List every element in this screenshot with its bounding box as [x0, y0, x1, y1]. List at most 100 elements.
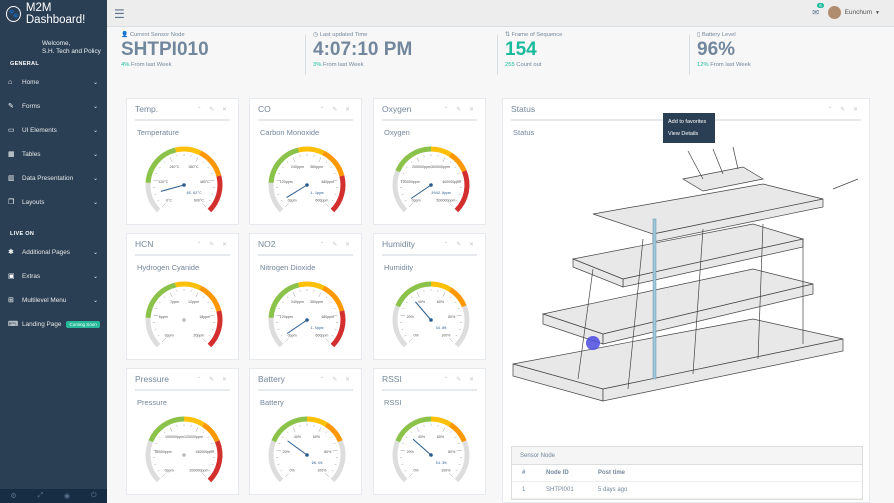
gauge-scale-label: 40% [294, 435, 302, 439]
sidebar-item-multilevel-menu[interactable]: ⊞ Multilevel Menu ⌄ [0, 288, 107, 312]
gauge-band [298, 146, 325, 156]
sidebar-item-forms[interactable]: ✎ Forms ⌄ [0, 94, 107, 118]
live-section-title: LIVE ON [10, 231, 35, 237]
tile-foot: From last Week [710, 62, 751, 68]
panel-subtitle: Humidity [384, 263, 414, 272]
gauge-tick [334, 463, 337, 465]
gauge-tick [209, 179, 215, 182]
gauge-tick [455, 199, 458, 202]
avatar [827, 6, 841, 19]
panel-tools[interactable]: ⌃ ✎ ✕ [444, 376, 477, 383]
gauge-panel-oxygen: Oxygen ⌃ ✎ ✕ Oxygen 0ppm 100000ppm 200000ppm 3… [373, 98, 486, 225]
sidebar-item-layouts[interactable]: ❐ Layouts ⌄ [0, 190, 107, 214]
gauge-tick [458, 193, 461, 195]
sidebar-item-data-presentation[interactable]: ▥ Data Presentation ⌄ [0, 166, 107, 190]
gauge-scale-label: 20% [283, 450, 291, 454]
sidebar-item-label: Additional Pages [22, 248, 70, 256]
user-icon: 👤 [121, 32, 129, 38]
row-index: 1 [522, 487, 526, 493]
panel-tools[interactable]: ⌃ ✎ ✕ [197, 241, 230, 248]
panel-tools[interactable]: ⌃ ✎ ✕ [320, 241, 353, 248]
gauge-scale-label: 60% [437, 300, 445, 304]
gauge-tick [195, 157, 199, 162]
gauge-tick [284, 203, 289, 208]
gauge-scale-label: 6ppm [159, 315, 168, 319]
panel-tools[interactable]: ⌃ ✎ ✕ [197, 106, 230, 113]
stat-tile: ⇅ Frame of Sequence 154 255 Count out [505, 32, 562, 80]
gauge-scale-label: 0ppm [288, 333, 297, 337]
gauge-tick [207, 436, 210, 439]
gauge-tick [286, 161, 289, 164]
sidebar-item-label: Tables [22, 150, 41, 158]
sidebar-item-label: UI Elements [22, 126, 57, 134]
gauge-band [175, 146, 202, 156]
sidebar: 🐾 M2M Dashboard! Welcome, S.H. Tech and … [0, 0, 107, 503]
gauge-scale-label: 0ppm [412, 198, 421, 202]
tile-title: Battery Level [701, 32, 736, 38]
gauge-scale-label: 80% [324, 450, 332, 454]
gauge-panel-rssi: RSSI ⌃ ✎ ✕ RSSI 0% 20% 40% 60% 80% 100% 54.3% [373, 368, 486, 495]
gauge-tick [456, 449, 462, 452]
panel-tools[interactable]: ⌃ ✎ ✕ [828, 106, 861, 113]
panel-title: RSSI [382, 374, 402, 384]
building-3d-model[interactable] [503, 139, 869, 439]
gauge-tick [416, 427, 420, 432]
sidebar-item-home[interactable]: ⌂ Home ⌄ [0, 70, 107, 94]
gauge-tick [157, 199, 160, 202]
panel-tools[interactable]: ⌃ ✎ ✕ [320, 106, 353, 113]
gauge-hub [182, 453, 186, 457]
sidebar-item-tables[interactable]: ▦ Tables ⌄ [0, 142, 107, 166]
col-post-time: Post time [598, 470, 626, 476]
tile-foot: From last Week [131, 62, 172, 68]
tile-foot-accent: 4% [121, 62, 130, 68]
mail-icon[interactable]: ✉ 6 [812, 3, 824, 17]
gauge-readout: 34.8% [436, 327, 448, 331]
gauge-scale-label: 360ppm [310, 300, 323, 304]
gauge-tick [457, 307, 460, 310]
table-row[interactable]: 1 SHTPI001 5 days ago [512, 482, 862, 499]
coming-soon-badge: Coming Soon [66, 320, 100, 328]
panel-tools[interactable]: ⌃ ✎ ✕ [197, 376, 230, 383]
gauge-band [324, 422, 343, 443]
bug-icon: ✱ [8, 249, 14, 256]
gauge-tick [292, 292, 296, 297]
lock-icon[interactable]: ◉ [64, 492, 70, 500]
gauge-scale-label: 240ppm [291, 165, 304, 169]
fullscreen-icon[interactable]: ⤢ [38, 492, 44, 500]
panel-tools[interactable]: ⌃ ✎ ✕ [444, 241, 477, 248]
panel-subtitle: Pressure [137, 398, 168, 407]
gauge-tick [410, 296, 413, 299]
gauge-tick [161, 473, 166, 478]
gauge-tick [202, 473, 207, 478]
gauge-tick [402, 307, 405, 310]
brand[interactable]: 🐾 M2M Dashboard! [0, 0, 107, 27]
gauge-tick [331, 469, 334, 472]
gauge-tick [330, 166, 333, 169]
add-to-favorites-item[interactable]: Add to favorites [668, 116, 710, 128]
gauge-hub [429, 318, 433, 322]
sidebar-item-landing-page[interactable]: ⌨ Landing Page Coming Soon [0, 312, 107, 336]
gauge-tick [334, 193, 337, 195]
profile: Welcome, S.H. Tech and Policy [0, 27, 107, 56]
gauge-readout: 96.5% [312, 462, 324, 466]
sidebar-item-additional-pages[interactable]: ✱ Additional Pages ⌄ [0, 240, 107, 264]
menu-toggle-icon[interactable]: ☰ [114, 7, 125, 21]
gauge-tick [155, 172, 158, 175]
sidebar-item-ui-elements[interactable]: ▭ UI Elements ⌄ [0, 118, 107, 142]
gauge: 0ppm 6ppm 7ppm 12ppm 18ppm 20ppm [145, 281, 223, 348]
settings-icon[interactable]: ⚙ [10, 492, 16, 500]
col-hash: # [522, 470, 526, 476]
sidebar-item-label: Forms [22, 102, 41, 110]
panel-tools[interactable]: ⌃ ✎ ✕ [444, 106, 477, 113]
logout-icon[interactable]: ⏻ [91, 492, 97, 500]
gauge-tick [154, 193, 157, 195]
gauge-hub [429, 183, 433, 187]
gauge-tick [210, 307, 213, 310]
user-menu[interactable]: Eunchum ▼ [827, 6, 880, 19]
sidebar-item-extras[interactable]: ▣ Extras ⌄ [0, 264, 107, 288]
panel-tools[interactable]: ⌃ ✎ ✕ [320, 376, 353, 383]
gauge-tick [325, 431, 328, 434]
status-panel: Status ⌃ ✎ ✕ Status Add to favorites Vie… [502, 98, 870, 503]
gauge-tick [401, 193, 404, 195]
gauge-tick [211, 463, 214, 465]
